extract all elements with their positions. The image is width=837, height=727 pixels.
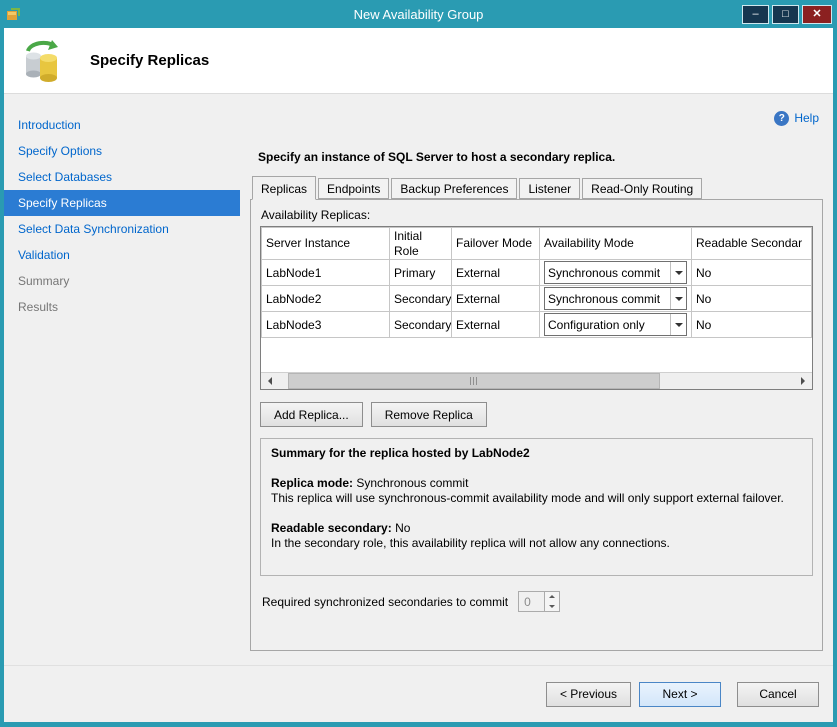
cell-server-instance: LabNode1 <box>262 260 390 286</box>
replica-mode-line: Replica mode: Synchronous commit <box>271 476 802 491</box>
tab-listener[interactable]: Listener <box>519 178 580 199</box>
col-server-instance: Server Instance <box>262 228 390 260</box>
sidebar-item-select-data-synchronization[interactable]: Select Data Synchronization <box>4 216 240 242</box>
availability-mode-select[interactable]: Synchronous commit <box>544 287 687 310</box>
page-title: Specify Replicas <box>90 52 209 69</box>
scrollbar-thumb[interactable] <box>288 373 660 389</box>
replica-mode-description: This replica will use synchronous-commit… <box>271 491 802 506</box>
sidebar-item-introduction[interactable]: Introduction <box>4 112 240 138</box>
chevron-down-icon <box>670 314 686 335</box>
readable-secondary-description: In the secondary role, this availability… <box>271 536 802 551</box>
availability-mode-select[interactable]: Configuration only <box>544 313 687 336</box>
cell-failover-mode: External <box>452 260 540 286</box>
col-initial-role: Initial Role <box>390 228 452 260</box>
sidebar-item-specify-replicas[interactable]: Specify Replicas <box>4 190 240 216</box>
readable-secondary-line: Readable secondary: No <box>271 521 802 536</box>
previous-button[interactable]: < Previous <box>546 682 631 707</box>
add-replica-button[interactable]: Add Replica... <box>260 402 363 427</box>
help-link[interactable]: Help <box>794 111 819 125</box>
remove-replica-button[interactable]: Remove Replica <box>371 402 487 427</box>
sidebar-item-results: Results <box>4 294 240 320</box>
spinner-down-button[interactable] <box>545 602 559 612</box>
sidebar-item-select-databases[interactable]: Select Databases <box>4 164 240 190</box>
scroll-right-button[interactable] <box>795 373 812 389</box>
cell-server-instance: LabNode2 <box>262 286 390 312</box>
chevron-down-icon <box>549 605 555 611</box>
title-bar: New Availability Group – □ ✕ <box>4 0 833 28</box>
instruction-text: Specify an instance of SQL Server to hos… <box>258 150 823 164</box>
scroll-left-icon <box>264 377 272 385</box>
tab-replicas[interactable]: Replicas <box>252 176 316 200</box>
close-button[interactable]: ✕ <box>802 5 832 24</box>
replicas-database-icon <box>18 38 64 84</box>
scroll-left-button[interactable] <box>261 373 278 389</box>
col-readable-secondary: Readable Secondar <box>692 228 812 260</box>
window-icon <box>6 6 22 22</box>
horizontal-scrollbar[interactable] <box>261 372 812 389</box>
cell-readable-secondary: No <box>692 286 812 312</box>
table-row[interactable]: LabNode1 Primary External Synchronous co… <box>262 260 812 286</box>
wizard-steps-sidebar: Introduction Specify Options Select Data… <box>4 94 240 665</box>
replica-tabs: Replicas Endpoints Backup Preferences Li… <box>252 176 823 199</box>
window-title: New Availability Group <box>4 7 833 22</box>
table-row[interactable]: LabNode2 Secondary External Synchronous … <box>262 286 812 312</box>
cancel-button[interactable]: Cancel <box>737 682 819 707</box>
help-row: ? Help <box>250 108 819 128</box>
grid-empty-area <box>261 338 812 372</box>
availability-replicas-label: Availability Replicas: <box>261 208 813 222</box>
cell-failover-mode: External <box>452 286 540 312</box>
scroll-right-icon <box>801 377 809 385</box>
spinner-up-button[interactable] <box>545 592 559 602</box>
tab-backup-preferences[interactable]: Backup Preferences <box>391 178 517 199</box>
wizard-header: Specify Replicas <box>4 28 833 94</box>
required-secondaries-spinner[interactable]: 0 <box>518 591 560 612</box>
chevron-up-icon <box>549 592 555 598</box>
wizard-footer: < Previous Next > Cancel <box>4 665 833 722</box>
window-controls: – □ ✕ <box>742 5 833 24</box>
sidebar-item-summary: Summary <box>4 268 240 294</box>
availability-replicas-grid: Server Instance Initial Role Failover Mo… <box>260 226 813 390</box>
maximize-button[interactable]: □ <box>772 5 799 24</box>
sidebar-item-validation[interactable]: Validation <box>4 242 240 268</box>
availability-mode-select[interactable]: Synchronous commit <box>544 261 687 284</box>
replica-buttons-row: Add Replica... Remove Replica <box>260 402 813 427</box>
cell-readable-secondary: No <box>692 312 812 338</box>
chevron-down-icon <box>670 288 686 309</box>
new-availability-group-window: New Availability Group – □ ✕ Spec <box>0 0 837 727</box>
help-icon: ? <box>774 111 789 126</box>
minimize-button[interactable]: – <box>742 5 769 24</box>
tab-read-only-routing[interactable]: Read-Only Routing <box>582 178 702 199</box>
cell-failover-mode: External <box>452 312 540 338</box>
table-header-row: Server Instance Initial Role Failover Mo… <box>262 228 812 260</box>
spinner-value: 0 <box>519 592 544 611</box>
cell-initial-role: Secondary <box>390 286 452 312</box>
summary-title: Summary for the replica hosted by LabNod… <box>271 446 802 461</box>
chevron-down-icon <box>670 262 686 283</box>
cell-initial-role: Secondary <box>390 312 452 338</box>
sidebar-item-specify-options[interactable]: Specify Options <box>4 138 240 164</box>
tab-endpoints[interactable]: Endpoints <box>318 178 389 199</box>
table-row[interactable]: LabNode3 Secondary External Configuratio… <box>262 312 812 338</box>
cell-readable-secondary: No <box>692 260 812 286</box>
cell-initial-role: Primary <box>390 260 452 286</box>
col-failover-mode: Failover Mode <box>452 228 540 260</box>
cell-server-instance: LabNode3 <box>262 312 390 338</box>
required-secondaries-row: Required synchronized secondaries to com… <box>260 591 813 612</box>
col-availability-mode: Availability Mode <box>540 228 692 260</box>
replicas-tab-panel: Availability Replicas: Server Instance I… <box>250 199 823 651</box>
spinner-buttons <box>544 592 559 611</box>
required-secondaries-label: Required synchronized secondaries to com… <box>262 595 508 609</box>
replica-summary-panel: Summary for the replica hosted by LabNod… <box>260 438 813 576</box>
scrollbar-track[interactable] <box>278 373 795 389</box>
availability-replicas-table: Server Instance Initial Role Failover Mo… <box>261 227 812 338</box>
next-button[interactable]: Next > <box>639 682 721 707</box>
